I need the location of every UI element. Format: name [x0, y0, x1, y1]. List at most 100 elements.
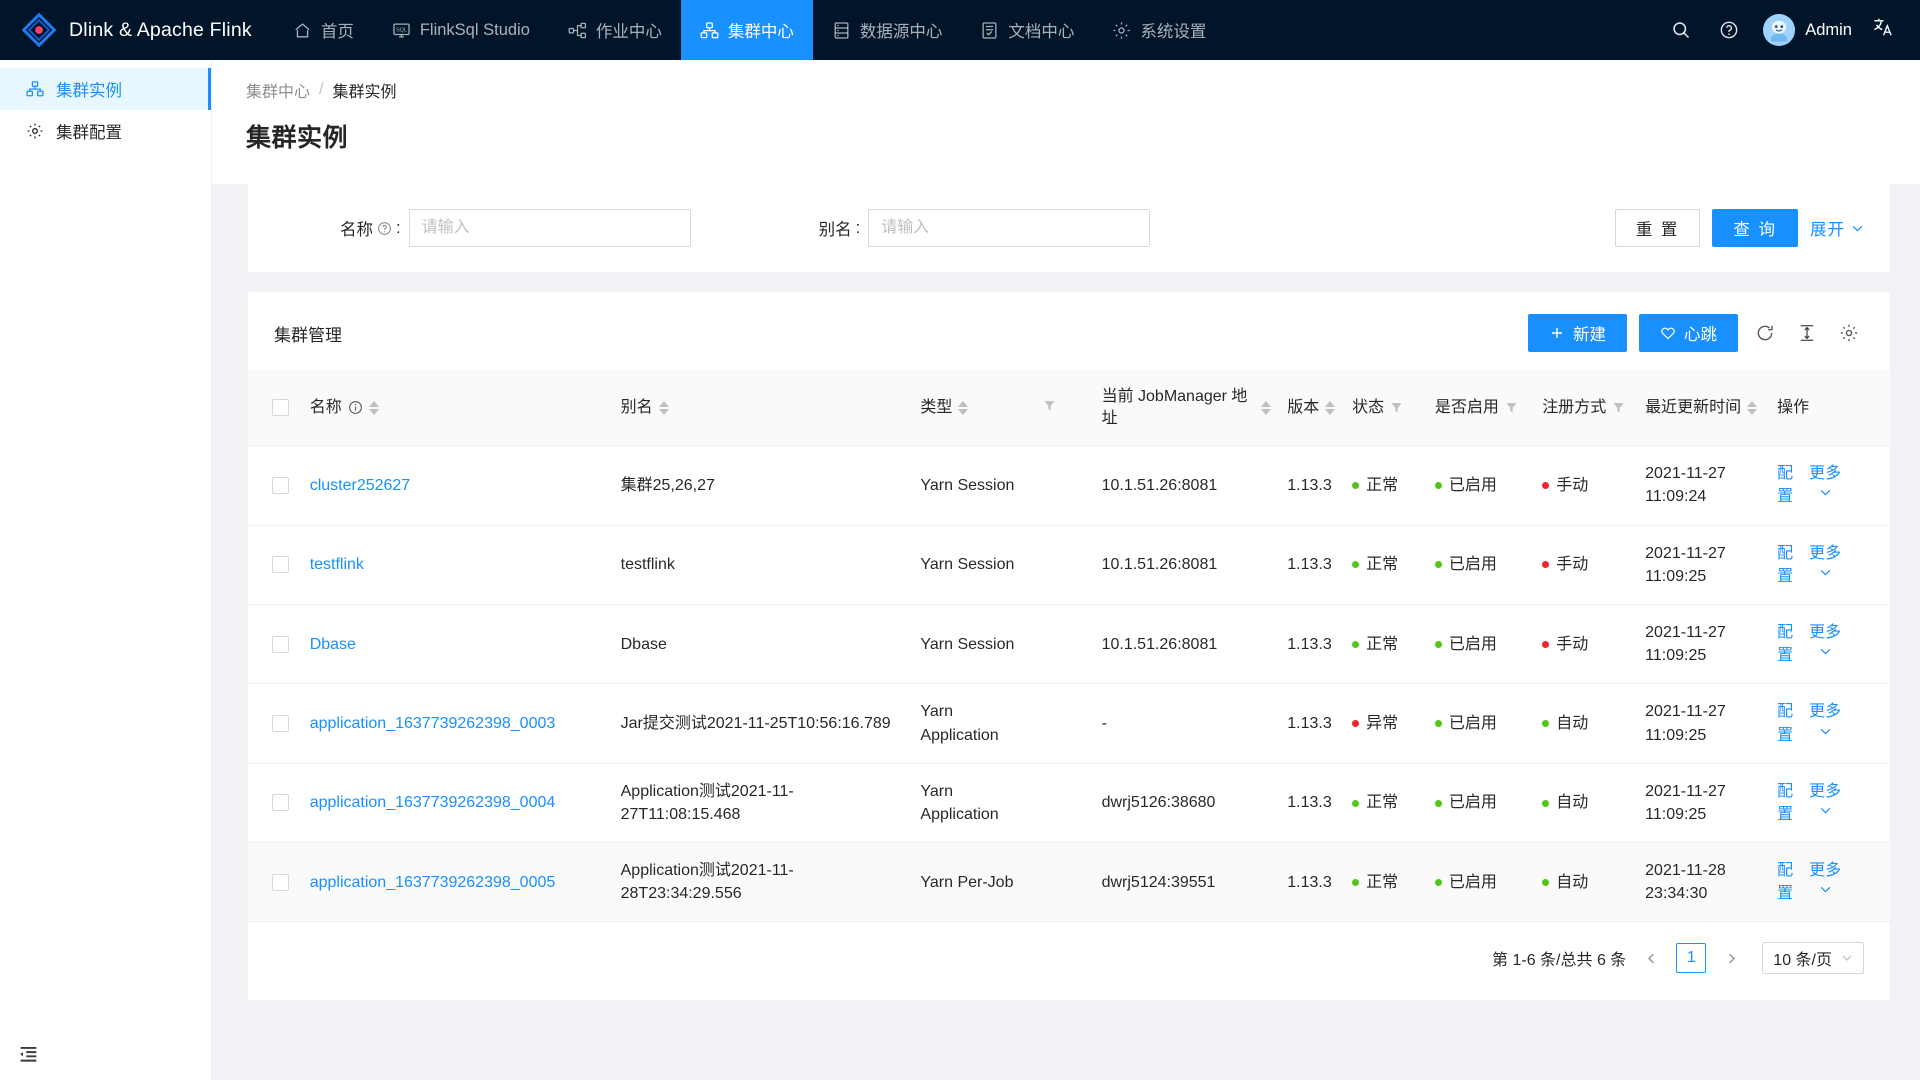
alias-input[interactable] — [868, 209, 1151, 247]
sidebar-item-cluster-config[interactable]: 集群配置 — [0, 110, 211, 152]
row-checkbox[interactable] — [272, 873, 289, 891]
expand-filters-toggle[interactable]: 展开 — [1810, 216, 1864, 240]
reload-icon[interactable] — [1750, 318, 1780, 348]
enabled-dot — [1434, 799, 1442, 807]
cell-type-filter-spacer — [1035, 445, 1094, 526]
row-checkbox[interactable] — [272, 794, 289, 812]
nav-item-document-center[interactable]: 文档中心 — [961, 0, 1093, 60]
nav-item-datasource-center[interactable]: 数据源中心 — [813, 0, 962, 60]
column-header-enabled[interactable]: 是否启用 — [1426, 370, 1535, 447]
sort-toggle[interactable] — [368, 400, 379, 415]
nav-item-flinksql-studio[interactable]: SQL FlinkSql Studio — [373, 0, 549, 60]
status-dot — [1352, 799, 1360, 807]
config-link[interactable]: 配置 — [1777, 542, 1795, 588]
gear-icon[interactable] — [1834, 318, 1864, 348]
cell-register-mode: 手动 — [1534, 604, 1638, 685]
more-menu[interactable]: 更多 — [1809, 462, 1841, 499]
filter-icon[interactable] — [1043, 399, 1056, 412]
nav-item-job-center[interactable]: 作业中心 — [549, 0, 681, 60]
sort-toggle[interactable] — [1747, 400, 1758, 415]
chevron-left-icon[interactable] — [1636, 943, 1666, 973]
more-menu[interactable]: 更多 — [1809, 700, 1841, 737]
column-header-type[interactable]: 类型 — [912, 370, 1036, 447]
column-header-name[interactable]: 名称 — [301, 370, 613, 447]
cluster-name-link[interactable]: Dbase — [310, 636, 356, 653]
table-row[interactable]: cluster252627 集群25,26,27 Yarn Session 10… — [248, 445, 1890, 526]
filter-icon[interactable] — [1505, 401, 1518, 414]
table-row[interactable]: application_1637739262398_0003 Jar提交测试20… — [248, 683, 1890, 764]
more-menu[interactable]: 更多 — [1809, 780, 1841, 817]
column-header-updated-time[interactable]: 最近更新时间 — [1637, 370, 1770, 447]
breadcrumb-root[interactable]: 集群中心 — [246, 78, 310, 102]
sort-toggle[interactable] — [958, 400, 969, 415]
filter-panel: 名称 : 别名 : — [248, 184, 1890, 272]
more-menu[interactable]: 更多 — [1809, 621, 1841, 658]
nav-item-home[interactable]: 首页 — [274, 0, 373, 60]
cell-type: Yarn Session — [912, 604, 1036, 685]
page-number-1[interactable]: 1 — [1676, 943, 1707, 974]
sidebar-footer — [0, 1032, 211, 1080]
column-header-jobmanager-address[interactable]: 当前 JobManager 地址 — [1093, 370, 1280, 447]
help-circle-icon[interactable] — [1705, 0, 1753, 60]
table-row[interactable]: application_1637739262398_0005 Applicati… — [248, 842, 1890, 923]
column-header-register-mode[interactable]: 注册方式 — [1534, 370, 1638, 447]
cluster-table-card: 集群管理 新建 心跳 名称 别名 类型 当前 JobManager 地址 版本 … — [248, 292, 1890, 1001]
row-checkbox[interactable] — [272, 476, 289, 494]
config-link[interactable]: 配置 — [1777, 621, 1795, 667]
column-filter-type[interactable] — [1035, 370, 1094, 447]
sidebar-item-cluster-instance[interactable]: 集群实例 — [0, 68, 211, 110]
more-menu[interactable]: 更多 — [1809, 859, 1841, 896]
search-icon[interactable] — [1657, 0, 1705, 60]
row-checkbox[interactable] — [272, 635, 289, 653]
name-input[interactable] — [408, 209, 691, 247]
nav-item-cluster-center[interactable]: 集群中心 — [680, 0, 813, 60]
column-height-icon[interactable] — [1792, 318, 1822, 348]
row-checkbox[interactable] — [272, 556, 289, 574]
row-checkbox[interactable] — [272, 715, 289, 732]
select-all-checkbox[interactable] — [272, 399, 289, 417]
cluster-name-link[interactable]: cluster252627 — [310, 477, 411, 494]
table-row[interactable]: Dbase Dbase Yarn Session 10.1.51.26:8081… — [248, 604, 1890, 685]
register-dot — [1542, 561, 1550, 569]
table-row[interactable]: application_1637739262398_0004 Applicati… — [248, 763, 1890, 844]
brand[interactable]: Dlink & Apache Flink — [0, 0, 252, 60]
translate-icon[interactable] — [1866, 16, 1902, 44]
cluster-icon — [700, 21, 719, 40]
filter-icon[interactable] — [1390, 401, 1403, 414]
config-link[interactable]: 配置 — [1777, 700, 1795, 746]
chevron-down-icon — [1819, 645, 1832, 658]
cluster-name-link[interactable]: application_1637739262398_0004 — [310, 794, 556, 811]
user-menu[interactable]: Admin — [1753, 0, 1866, 60]
sort-toggle[interactable] — [658, 400, 669, 415]
chevron-right-icon[interactable] — [1716, 943, 1746, 973]
cluster-name-link[interactable]: application_1637739262398_0003 — [310, 715, 556, 732]
column-header-status[interactable]: 状态 — [1344, 370, 1427, 447]
config-link[interactable]: 配置 — [1777, 462, 1795, 508]
create-button[interactable]: 新建 — [1528, 314, 1627, 352]
more-menu[interactable]: 更多 — [1809, 542, 1841, 579]
question-circle-icon[interactable] — [377, 221, 392, 236]
search-button[interactable]: 查 询 — [1712, 209, 1798, 247]
enabled-text: 已启用 — [1448, 714, 1497, 732]
config-link[interactable]: 配置 — [1777, 780, 1795, 826]
heartbeat-button[interactable]: 心跳 — [1639, 314, 1738, 352]
user-name: Admin — [1805, 20, 1852, 39]
filter-icon[interactable] — [1612, 401, 1625, 414]
sort-toggle[interactable] — [1261, 400, 1272, 415]
config-link[interactable]: 配置 — [1777, 859, 1795, 905]
status-dot — [1352, 640, 1360, 648]
cluster-name-link[interactable]: testflink — [310, 556, 364, 573]
page-layout: 集群实例 集群配置 集群中心 / 集群实例 集群实例 名称: 请输入 别名:… — [0, 60, 1920, 1080]
reset-button[interactable]: 重 置 — [1614, 209, 1701, 247]
table-body: cluster252627 集群25,26,27 Yarn Session 10… — [248, 445, 1890, 923]
cell-updated-time: 2021-11-27 11:09:25 — [1637, 604, 1770, 685]
sort-toggle[interactable] — [1325, 400, 1336, 415]
nav-item-system-settings[interactable]: 系统设置 — [1093, 0, 1225, 60]
column-header-operations: 操作 — [1769, 370, 1890, 447]
page-size-select[interactable]: 10 条/页 — [1762, 942, 1864, 975]
cluster-name-link[interactable]: application_1637739262398_0005 — [310, 874, 556, 891]
column-header-version[interactable]: 版本 — [1279, 370, 1345, 447]
column-header-alias[interactable]: 别名 — [612, 370, 913, 447]
menu-fold-icon[interactable] — [18, 1044, 42, 1068]
table-row[interactable]: testflink testflink Yarn Session 10.1.51… — [248, 525, 1890, 605]
